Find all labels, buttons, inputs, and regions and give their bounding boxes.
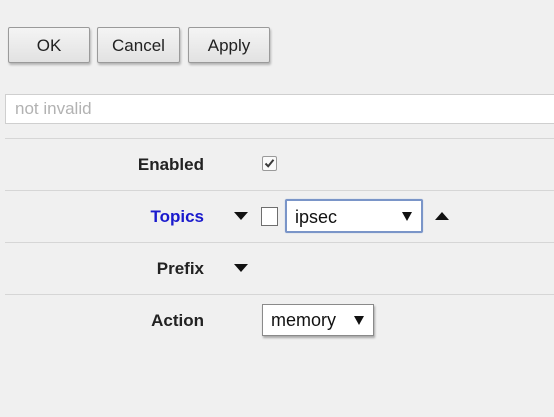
enabled-checkbox[interactable]	[262, 156, 277, 171]
cancel-button[interactable]: Cancel	[97, 27, 180, 63]
enabled-row: Enabled	[5, 138, 554, 191]
topics-remove-icon[interactable]	[435, 212, 449, 220]
enabled-label: Enabled	[137, 155, 204, 174]
action-select-value: memory	[271, 310, 337, 330]
topics-label[interactable]: Topics	[150, 191, 204, 243]
topics-expand-icon[interactable]	[234, 212, 248, 220]
toolbar: OK Cancel Apply	[0, 0, 554, 80]
ok-button[interactable]: OK	[8, 27, 90, 63]
dropdown-caret-icon	[354, 316, 364, 325]
topics-select-value: ipsec	[295, 207, 338, 227]
prefix-label: Prefix	[156, 259, 204, 278]
prefix-row: Prefix	[5, 242, 554, 295]
action-row: Action memory	[5, 294, 554, 347]
apply-button[interactable]: Apply	[188, 27, 270, 63]
topics-row: Topics ipsec	[5, 190, 554, 243]
checkmark-icon	[264, 159, 275, 168]
topics-select[interactable]: ipsec	[285, 199, 423, 233]
status-field: not invalid	[5, 94, 554, 124]
action-select[interactable]: memory	[262, 304, 374, 336]
action-label: Action	[151, 311, 204, 330]
topics-negate-checkbox[interactable]	[261, 207, 278, 226]
prefix-expand-icon[interactable]	[234, 264, 248, 272]
dropdown-caret-icon	[402, 212, 412, 221]
